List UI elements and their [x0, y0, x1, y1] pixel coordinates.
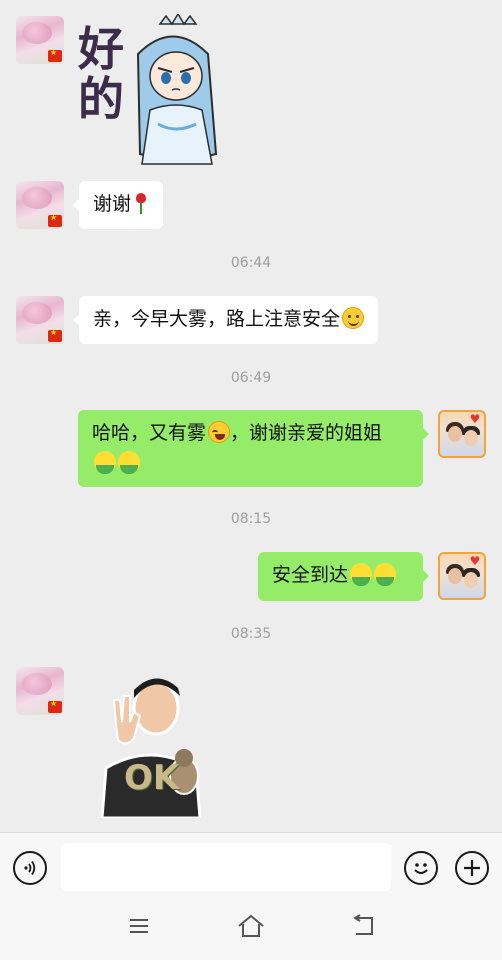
friend-avatar[interactable]: [16, 296, 64, 344]
friend-avatar[interactable]: [16, 16, 64, 64]
friend-avatar[interactable]: [16, 667, 64, 715]
flag-icon: [48, 213, 62, 227]
menu-icon-glyph: [130, 919, 148, 933]
avatar-flower: [22, 22, 52, 44]
heart-icon: ♥: [469, 412, 481, 426]
flag-icon: [48, 328, 62, 342]
timestamp: 06:44: [230, 255, 272, 271]
princess-good-sticker[interactable]: 好的: [78, 12, 228, 170]
laugh-icon: [208, 421, 231, 443]
message-input[interactable]: [61, 843, 391, 891]
voice-icon-glyph: [24, 860, 36, 876]
system-nav-bar: [0, 900, 502, 960]
my-avatar[interactable]: ♥: [438, 410, 486, 458]
smile-icon: [342, 307, 365, 329]
message-text: 谢谢: [93, 193, 132, 215]
message-bubble[interactable]: 亲，今早大雾，路上注意安全: [72, 296, 379, 344]
avatar-flower: [22, 302, 52, 324]
sticker-text-good: 好的: [78, 22, 126, 126]
message-bubble-sent[interactable]: 哈哈，又有雾 ，谢谢亲爱的姐姐: [78, 410, 429, 487]
avatar-photo: [464, 572, 478, 588]
avatar-photo: [464, 430, 478, 446]
avatar-photo: [448, 568, 462, 584]
voice-icon[interactable]: [13, 851, 47, 885]
avatar-photo: [448, 426, 462, 442]
menu-icon[interactable]: [124, 914, 154, 944]
message-text: 安全到达: [272, 564, 349, 586]
composer-bar: [0, 832, 502, 900]
back-icon[interactable]: [348, 914, 378, 944]
avatar-flower: [22, 673, 52, 695]
rose-icon: [133, 192, 149, 214]
message-text: ，谢谢亲爱的姐姐: [230, 422, 383, 444]
chick-icon: [118, 451, 140, 474]
chick-icon: [374, 563, 397, 586]
my-avatar[interactable]: ♥: [438, 552, 486, 600]
emoji-icon-glyph: [414, 863, 428, 874]
flag-icon: [48, 699, 62, 713]
chat-area[interactable]: 好的 谢谢 06:44 亲，今早大雾，路上注意安全 06:49 ♥ 哈哈，又有雾…: [0, 0, 502, 832]
message-text: 哈哈，又有雾: [92, 422, 207, 444]
message-bubble[interactable]: 谢谢: [72, 181, 164, 229]
back-icon-glyph: [353, 914, 373, 935]
sticker-text-ok: OK: [124, 758, 180, 798]
plus-icon-glyph: [464, 860, 480, 876]
home-icon-glyph: [238, 914, 264, 937]
chick-icon: [94, 451, 116, 474]
timestamp: 08:35: [230, 626, 272, 642]
timestamp: 06:49: [230, 370, 272, 386]
avatar-flower: [22, 187, 52, 209]
chick-icon: [350, 563, 373, 586]
emoji-icon[interactable]: [404, 851, 438, 885]
ok-gesture-sticker[interactable]: OK: [96, 672, 204, 820]
plus-icon[interactable]: [455, 851, 489, 885]
flag-icon: [48, 48, 62, 62]
heart-icon: ♥: [469, 554, 481, 568]
timestamp: 08:15: [230, 511, 272, 527]
message-text: 亲，今早大雾，路上注意安全: [93, 308, 341, 330]
friend-avatar[interactable]: [16, 181, 64, 229]
home-icon[interactable]: [236, 914, 266, 944]
message-bubble-sent[interactable]: 安全到达: [258, 552, 429, 601]
